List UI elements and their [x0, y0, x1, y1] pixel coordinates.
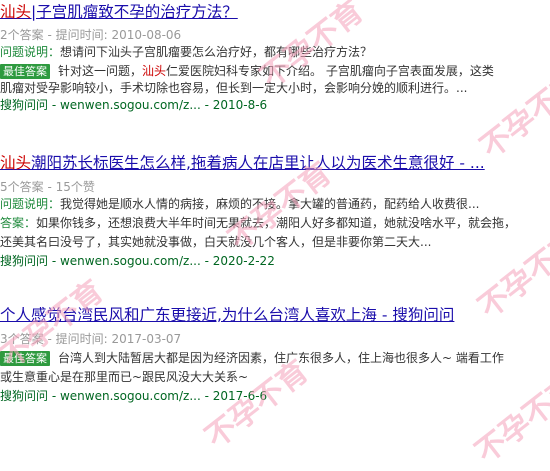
best-answer-badge: 最佳答案 — [0, 64, 50, 79]
answer-highlight: 汕头 — [142, 64, 167, 78]
result-item: 汕头潮阳苏长标医生怎么样,拖着病人在店里让人以为医术生意很好 - ... 5个答… — [0, 153, 550, 270]
answer-text-pre: 针对这一问题， — [58, 64, 143, 78]
answer-text-line2: 还美其名曰没号了，其实她就没事做，白天就没几个客人，但是非要你第二天大... — [0, 235, 432, 249]
best-answer-badge: 最佳答案 — [0, 351, 50, 366]
answer-text: 如果你钱多，还想浪费大半年时间无果就去，潮阳人好多都知道，她就没啥水平，就会拖， — [36, 216, 517, 230]
question-label: 问题说明： — [0, 45, 61, 59]
question-text: 想请问下汕头子宫肌瘤要怎么治疗好，都有哪些治疗方法？ — [60, 45, 373, 59]
search-results-page: 汕头|子宫肌瘤致不孕的治疗方法？ 2个答案 - 提问时间: 2010-08-06… — [0, 0, 550, 470]
title-highlight: 汕头 — [0, 3, 32, 21]
question-description: 问题说明：我觉得她是顺水人情的病接，麻烦的不接。拿大罐的普通药，配药给人收费很.… — [0, 196, 550, 213]
result-url[interactable]: 搜狗问问 - wenwen.sogou.com/z... - 2020-2-22 — [0, 253, 550, 270]
question-label: 问题说明： — [0, 197, 61, 211]
result-title-link[interactable]: 个人感觉台湾民风和广东更接近,为什么台湾人喜欢上海 - 搜狗问问 — [0, 305, 550, 325]
result-url[interactable]: 搜狗问问 - wenwen.sogou.com/z... - 2017-6-6 — [0, 388, 550, 405]
result-meta: 3个答案 - 提问时间: 2017-03-07 — [0, 332, 182, 346]
answer-text: 台湾人到大陆暂居大都是因为经济因素，住广东很多人，住上海也很多人~ 端看工作 — [58, 351, 504, 365]
title-text: |子宫肌瘤致不孕的治疗方法？ — [31, 3, 238, 21]
answer-label: 答案： — [0, 216, 37, 230]
result-meta: 2个答案 - 提问时间: 2010-08-06 — [0, 28, 182, 42]
best-answer: 最佳答案 针对这一问题，汕头仁爱医院妇科专家如下介绍。 子宫肌瘤向子宫表面发展，这… — [0, 63, 550, 80]
result-title-link[interactable]: 汕头|子宫肌瘤致不孕的治疗方法？ — [0, 2, 550, 22]
question-description: 问题说明：想请问下汕头子宫肌瘤要怎么治疗好，都有哪些治疗方法？ — [0, 44, 550, 61]
answer-text-post: 仁爱医院妇科专家如下介绍。 子宫肌瘤向子宫表面发展，这类 — [166, 64, 494, 78]
answer-text-line2: 或生意重心是在那里而已~跟民风没大大关系~ — [0, 370, 249, 384]
result-title-link[interactable]: 汕头潮阳苏长标医生怎么样,拖着病人在店里让人以为医术生意很好 - ... — [0, 153, 550, 173]
result-meta: 5个答案 - 15个赞 — [0, 180, 95, 194]
result-url[interactable]: 搜狗问问 - wenwen.sogou.com/z... - 2010-8-6 — [0, 97, 550, 114]
title-text: 潮阳苏长标医生怎么样,拖着病人在店里让人以为医术生意很好 - ... — [31, 154, 485, 172]
question-text: 我觉得她是顺水人情的病接，麻烦的不接。拿大罐的普通药，配药给人收费很... — [60, 197, 480, 211]
result-item: 个人感觉台湾民风和广东更接近,为什么台湾人喜欢上海 - 搜狗问问 3个答案 - … — [0, 305, 550, 405]
answer-text-line2: 肌瘤对受孕影响较小，手术切除也容易，但长到一定大小时，会影响分娩的顺利进行。..… — [0, 81, 468, 95]
answer: 答案：如果你钱多，还想浪费大半年时间无果就去，潮阳人好多都知道，她就没啥水平，就… — [0, 215, 550, 232]
best-answer: 最佳答案 台湾人到大陆暂居大都是因为经济因素，住广东很多人，住上海也很多人~ 端看… — [0, 350, 550, 367]
result-item: 汕头|子宫肌瘤致不孕的治疗方法？ 2个答案 - 提问时间: 2010-08-06… — [0, 2, 550, 114]
title-highlight: 汕头 — [0, 154, 32, 172]
